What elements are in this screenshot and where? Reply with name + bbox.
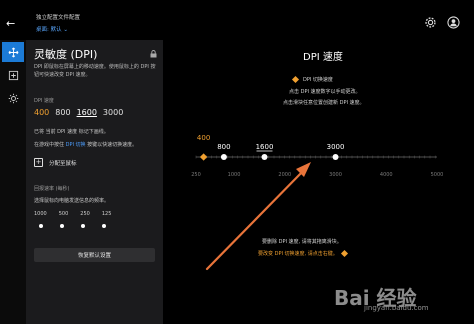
stage-label-1600: 1600 <box>256 143 274 151</box>
slider-tick-label-4000: 4000 <box>380 172 393 178</box>
stage-label-800: 800 <box>217 143 230 151</box>
hint-diamond-icon <box>340 249 348 258</box>
stage-marker-3000 <box>332 154 339 160</box>
slider-tick-label-250: 250 <box>191 172 201 178</box>
change-shift-hint-text: 要改变 DPI 切换速度, 请点击右键。 <box>258 251 338 257</box>
baidu-watermark: Bai 经验 jingyan.baidu.com <box>334 282 429 312</box>
stage-marker-400 <box>199 153 208 161</box>
dpi-slider[interactable]: 250 1000 2000 3000 4000 5000 400 800 1600 3000 <box>0 0 474 324</box>
slider-tick-label-5000: 5000 <box>431 172 444 178</box>
stage-label-3000: 3000 <box>327 143 345 151</box>
delete-speed-hint: 要删除 DPI 速度, 请将其拖离滑块。 <box>262 239 342 245</box>
change-shift-hint: 要改变 DPI 切换速度, 请点击右键。 <box>258 249 348 258</box>
stage-label-400: 400 <box>197 134 210 142</box>
slider-tick-label-3000: 3000 <box>329 172 342 178</box>
slider-tick-label-2000: 2000 <box>278 172 291 178</box>
stage-marker-800 <box>220 154 227 160</box>
slider-tick-label-1000: 1000 <box>228 172 241 178</box>
stage-marker-1600 <box>261 154 268 160</box>
watermark-url: jingyan.baidu.com <box>364 304 429 312</box>
